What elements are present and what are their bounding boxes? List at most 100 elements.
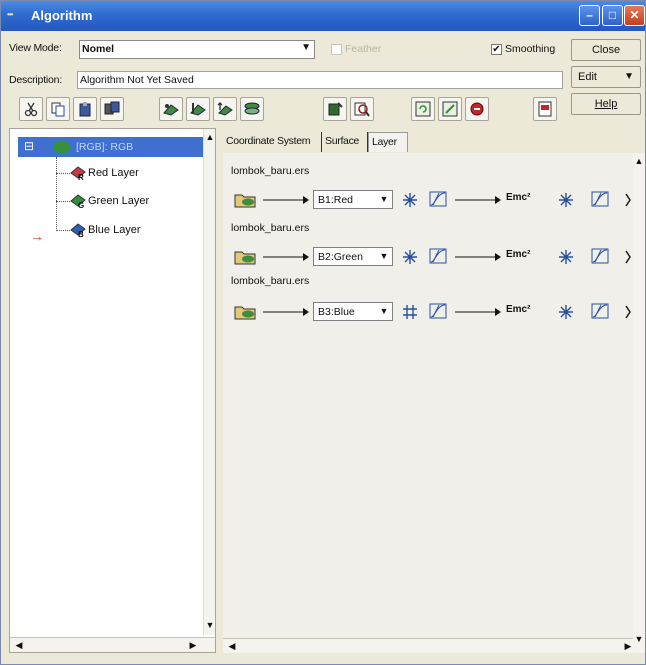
duplicate-icon[interactable]	[100, 97, 124, 121]
smoothing-checkbox[interactable]: ✔ Smoothing	[491, 43, 555, 55]
tree-item-label: Green Layer	[88, 195, 150, 207]
layer-badge-b: B	[78, 230, 84, 239]
cut-icon[interactable]	[19, 97, 43, 121]
tree-horizontal-scrollbar[interactable]: ◀ ▶	[10, 637, 215, 652]
arrow-right-icon	[263, 196, 309, 204]
transform-curve-icon[interactable]	[429, 248, 447, 264]
app-icon: •••	[7, 10, 13, 19]
formula-icon[interactable]: Emc²	[506, 192, 530, 203]
paste-icon[interactable]	[73, 97, 97, 121]
scroll-up-icon[interactable]: ▲	[203, 131, 217, 144]
band-select[interactable]: B2:Green ▼	[313, 247, 393, 266]
layer-process-pane: lombok_baru.ers B1:Red ▼ Emc² lombok_bar…	[223, 153, 641, 653]
main-vertical-scrollbar[interactable]: ▲ ▼	[633, 153, 645, 653]
close-button[interactable]: Close	[571, 39, 641, 61]
more-chevron-icon[interactable]	[625, 192, 633, 208]
filter-kernel-icon[interactable]	[403, 193, 417, 207]
arrow-right-icon	[263, 308, 309, 316]
transform-curve-icon[interactable]	[591, 303, 609, 319]
tree-item-label: Red Layer	[88, 167, 139, 179]
arrow-right-icon	[455, 196, 501, 204]
title-bar[interactable]: ••• Algorithm – □ ✕	[1, 1, 645, 31]
description-value: Algorithm Not Yet Saved	[80, 74, 194, 86]
close-window-button[interactable]: ✕	[624, 5, 645, 26]
transform-curve-icon[interactable]	[429, 191, 447, 207]
tree-vertical-scrollbar[interactable]: ▲ ▼	[203, 129, 215, 635]
chevron-down-icon: ▼	[624, 71, 634, 82]
description-field[interactable]: Algorithm Not Yet Saved	[77, 71, 563, 89]
process-icon[interactable]	[438, 97, 462, 121]
filter-kernel-icon[interactable]	[403, 250, 417, 264]
tree-root-label: [RGB]: RGB	[76, 141, 134, 153]
view-mode-select[interactable]: Nomel ▼	[79, 40, 315, 59]
scroll-down-icon[interactable]: ▼	[203, 619, 217, 632]
tree-root-rgb[interactable]: ⊟ [RGB]: RGB	[18, 137, 208, 157]
edit-menu-button[interactable]: Edit ▼	[571, 66, 641, 88]
formula-icon[interactable]: Emc²	[506, 249, 530, 260]
filter-kernel-icon[interactable]	[559, 193, 573, 207]
more-chevron-icon[interactable]	[625, 304, 633, 320]
feather-label: Feather	[345, 43, 382, 55]
view-mode-value: Nomel	[82, 43, 115, 55]
open-file-icon[interactable]	[233, 246, 259, 266]
feather-checkbox-box	[331, 43, 342, 55]
chevron-down-icon: ▼	[301, 42, 311, 53]
move-layer-icon[interactable]	[213, 97, 237, 121]
collapse-icon[interactable]: ⊟	[24, 139, 34, 153]
arrow-right-icon	[455, 308, 501, 316]
main-horizontal-scrollbar[interactable]: ◀ ▶	[223, 638, 641, 653]
tree-item-red-layer[interactable]: R Red Layer	[70, 165, 190, 183]
algorithm-window: ••• Algorithm – □ ✕ View Mode: Nomel ▼ F…	[0, 0, 646, 665]
filter-kernel-icon[interactable]	[559, 305, 573, 319]
help-button[interactable]: Help	[571, 93, 641, 115]
band-select-value: B2:Green	[318, 251, 363, 263]
transform-curve-icon[interactable]	[591, 191, 609, 207]
add-raster-icon[interactable]	[159, 97, 183, 121]
open-dataset-icon[interactable]	[323, 97, 347, 121]
minimize-button[interactable]: –	[579, 5, 600, 26]
maximize-button[interactable]: □	[602, 5, 623, 26]
transform-curve-icon[interactable]	[429, 303, 447, 319]
scroll-left-icon[interactable]: ◀	[12, 639, 26, 652]
transform-curve-icon[interactable]	[591, 248, 609, 264]
grid-filter-icon[interactable]	[403, 305, 417, 319]
tab-layer[interactable]: Layer	[368, 132, 408, 152]
filter-kernel-icon[interactable]	[559, 250, 573, 264]
add-vector-icon[interactable]	[186, 97, 210, 121]
process-row-blue: B3:Blue ▼ Emc²	[231, 301, 641, 323]
formula-icon[interactable]: Emc²	[506, 304, 530, 315]
layer-badge-g: G	[78, 201, 85, 210]
band-select[interactable]: B3:Blue ▼	[313, 302, 393, 321]
description-label: Description:	[9, 74, 63, 86]
save-icon[interactable]	[533, 97, 557, 121]
stop-icon[interactable]	[465, 97, 489, 121]
dataset-filename: lombok_baru.ers	[231, 222, 310, 234]
more-chevron-icon[interactable]	[625, 249, 633, 265]
tree-item-label: Blue Layer	[88, 224, 141, 236]
window-title: Algorithm	[31, 8, 93, 23]
feather-checkbox[interactable]: Feather	[331, 43, 381, 55]
stack-layers-icon[interactable]	[240, 97, 264, 121]
tab-surface[interactable]: Surface	[322, 132, 368, 152]
refresh-icon[interactable]	[411, 97, 435, 121]
layer-tree: ⊟ [RGB]: RGB R Red Layer G Green Layer B…	[9, 128, 216, 653]
layer-badge-r: R	[78, 173, 84, 182]
edit-label: Edit	[578, 71, 597, 83]
chevron-down-icon: ▼	[379, 194, 389, 204]
open-file-icon[interactable]	[233, 301, 259, 321]
view-mode-label: View Mode:	[9, 42, 62, 54]
tree-item-blue-layer[interactable]: B Blue Layer	[70, 222, 190, 240]
scroll-down-icon[interactable]: ▼	[632, 633, 646, 646]
rgb-layer-icon	[53, 140, 71, 154]
band-select[interactable]: B1:Red ▼	[313, 190, 393, 209]
scroll-left-icon[interactable]: ◀	[225, 640, 239, 653]
scroll-right-icon[interactable]: ▶	[186, 639, 200, 652]
tab-coordinate-system[interactable]: Coordinate System	[223, 132, 322, 152]
zoom-dataset-icon[interactable]	[350, 97, 374, 121]
open-file-icon[interactable]	[233, 189, 259, 209]
tree-item-green-layer[interactable]: G Green Layer	[70, 193, 190, 211]
scroll-up-icon[interactable]: ▲	[632, 155, 646, 168]
process-row-red: B1:Red ▼ Emc²	[231, 189, 641, 211]
copy-icon[interactable]	[46, 97, 70, 121]
dataset-filename: lombok_baru.ers	[231, 165, 310, 177]
